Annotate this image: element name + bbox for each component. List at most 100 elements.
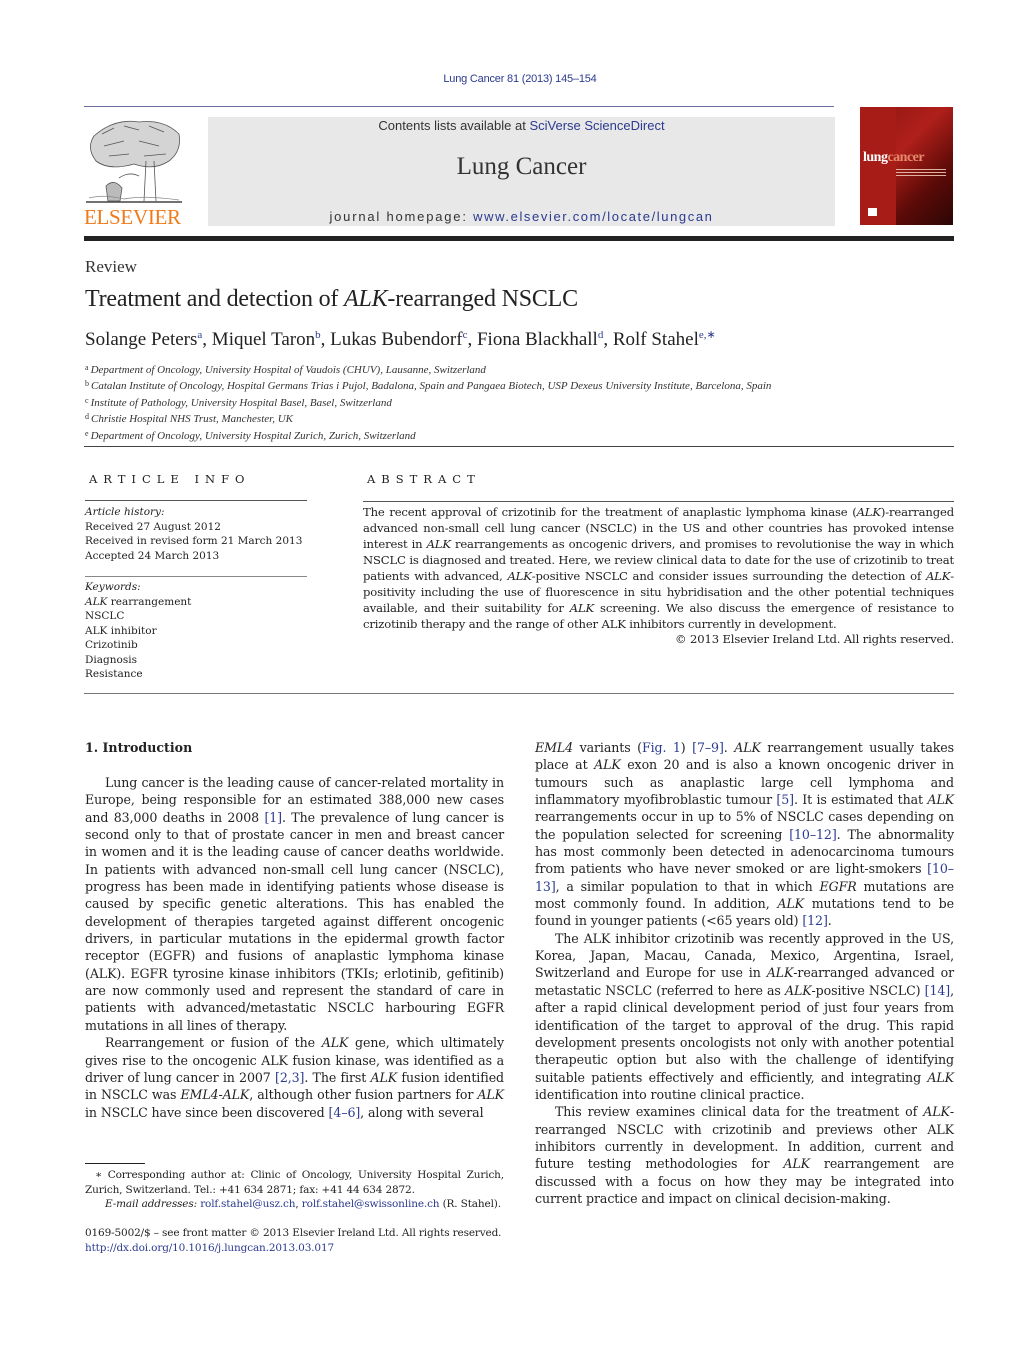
affiliation-item: d Christie Hospital NHS Trust, Manchester… [85, 410, 771, 426]
affiliation-list: a Department of Oncology, University Hosp… [85, 361, 771, 443]
keyword-rest: rearrangement [107, 595, 192, 608]
author-name: Rolf Stahel [612, 329, 699, 350]
footnote-divider [85, 1163, 145, 1164]
text-run: , a similar population to that in which [555, 878, 820, 894]
italic-term: ALK [594, 757, 621, 773]
text-run: , after a rapid clinical development per… [535, 982, 954, 1085]
abstract-heading: ABSTRACT [367, 472, 481, 486]
affiliation-text: Institute of Pathology, University Hospi… [90, 396, 392, 409]
italic-term: ALK [925, 569, 951, 583]
affiliation-key: d [85, 412, 89, 422]
body-paragraph: This review examines clinical data for t… [535, 1103, 954, 1207]
title-divider [84, 446, 954, 447]
keywords: Keywords: ALK rearrangement NSCLC ALK in… [85, 580, 191, 682]
citation-link[interactable]: [14] [925, 983, 951, 998]
citation-link[interactable]: [4–6] [329, 1105, 361, 1120]
header-thick-divider [84, 236, 954, 241]
text-run: Rearrangement or fusion of the [105, 1035, 322, 1051]
author-list: Solange Petersa, Miquel Taronb, Lukas Bu… [85, 328, 716, 351]
keywords-divider [85, 576, 307, 577]
article-history: Article history: Received 27 August 2012… [85, 505, 302, 563]
doi-link[interactable]: http://dx.doi.org/10.1016/j.lungcan.2013… [85, 1241, 501, 1256]
body-paragraph: The ALK inhibitor crizotinib was recentl… [535, 930, 954, 1103]
keyword-italic: ALK [85, 595, 108, 608]
citation-link[interactable]: [7–9] [692, 740, 724, 755]
cover-title-cancer: cancer [887, 150, 925, 165]
section-heading-introduction: 1. Introduction [85, 740, 193, 755]
italic-term: ALK [923, 1104, 950, 1120]
citation-link[interactable]: [5] [776, 792, 794, 807]
text-run: -positive NSCLC) [811, 982, 925, 998]
journal-citation-link[interactable]: Lung Cancer 81 (2013) 145–154 [0, 73, 1020, 85]
italic-term: ALK [321, 1035, 349, 1051]
header-divider [84, 106, 834, 107]
keyword-item: ALK inhibitor [85, 624, 157, 637]
email-link-swissonline[interactable]: rolf.stahel@swissonline.ch [302, 1198, 440, 1210]
body-column-left: Lung cancer is the leading cause of canc… [85, 774, 504, 1121]
front-matter-note: 0169-5002/$ – see front matter © 2013 El… [85, 1227, 502, 1239]
citation-link[interactable]: [12] [802, 913, 828, 928]
affiliation-key: c [85, 395, 89, 405]
body-paragraph: EML4 variants (Fig. 1) [7–9]. ALK rearra… [535, 739, 954, 930]
affiliation-text: Christie Hospital NHS Trust, Manchester,… [91, 413, 293, 426]
abstract-text: The recent approval of crizotinib for th… [363, 504, 954, 632]
citation-link[interactable]: Fig. 1 [642, 740, 681, 755]
author-separator: , [467, 329, 477, 350]
text-run: This review examines clinical data for t… [555, 1104, 924, 1120]
body-paragraph: Lung cancer is the leading cause of canc… [85, 774, 504, 1034]
article-info-divider [85, 500, 307, 501]
text-run: , although other fusion partners for [249, 1087, 478, 1103]
elsevier-logo: ELSEVIER [84, 116, 186, 231]
affiliation-key: b [85, 379, 89, 389]
citation-link[interactable]: [1] [264, 810, 282, 825]
cover-band [860, 107, 896, 225]
text-run: . The prevalence of lung cancer is secon… [85, 809, 505, 1033]
body-paragraph: Rearrangement or fusion of the ALK gene,… [85, 1034, 504, 1121]
cover-subtitle-lines [896, 169, 946, 170]
affiliation-item: b Catalan Institute of Oncology, Hospital… [85, 377, 771, 393]
history-accepted: Accepted 24 March 2013 [85, 549, 220, 562]
email-link-usz[interactable]: rolf.stahel@usz.ch [200, 1198, 295, 1210]
contents-line: Contents lists available at SciVerse Sci… [208, 118, 835, 133]
keyword-item: ALK rearrangement [85, 595, 191, 610]
text-run: . The first [304, 1069, 371, 1085]
affiliation-item: c Institute of Pathology, University Hosp… [85, 394, 771, 410]
journal-header-box: Contents lists available at SciVerse Sci… [208, 117, 835, 226]
affiliation-key: e [85, 428, 89, 438]
citation-link[interactable]: [2,3] [275, 1070, 304, 1085]
text-run: in NSCLC have since been discovered [85, 1104, 329, 1120]
text-run: identification into routine clinical pra… [535, 1086, 805, 1102]
text-run: variants ( [573, 740, 642, 755]
author-separator: , [202, 329, 212, 350]
text-run: . [723, 740, 735, 755]
abstract-bottom-divider [84, 693, 954, 694]
affiliation-text: Department of Oncology, University Hospi… [90, 364, 486, 376]
italic-term: ALK [856, 505, 881, 519]
citation-link[interactable]: [10–12] [789, 827, 837, 842]
keyword-item: Crizotinib [85, 639, 138, 651]
email-addresses: E-mail addresses: rolf.stahel@usz.ch, ro… [85, 1197, 504, 1212]
elsevier-tree-icon [86, 120, 182, 203]
title-part: -rearranged NSCLC [387, 286, 578, 312]
italic-term: EML4-ALK [180, 1087, 250, 1103]
sciencedirect-link[interactable]: SciVerse ScienceDirect [529, 118, 664, 133]
article-type: Review [85, 257, 137, 276]
italic-term: EML4 [535, 740, 574, 755]
body-column-right: EML4 variants (Fig. 1) [7–9]. ALK rearra… [535, 739, 954, 1207]
author-separator: , [320, 329, 331, 350]
article-title: Treatment and detection of ALK-rearrange… [85, 286, 578, 313]
italic-term: ALK [507, 569, 532, 583]
article-info-heading: ARTICLE INFO [89, 472, 251, 486]
italic-term: ALK [777, 896, 804, 912]
affiliation-marker-link[interactable]: e,∗ [699, 329, 716, 341]
italic-term: ALK [370, 1069, 398, 1085]
italic-term: ALK [477, 1087, 504, 1103]
keywords-label: Keywords: [85, 581, 141, 593]
author-name: Fiona Blackhall [476, 329, 598, 350]
affiliation-text: Department of Oncology, University Hospi… [90, 429, 416, 442]
author-name: Solange Peters [85, 329, 198, 350]
corresponding-author-note: ∗ Corresponding author at: Clinic of Onc… [85, 1169, 504, 1196]
email-label: E-mail addresses: [105, 1198, 197, 1210]
journal-cover-image: lungcancer [860, 107, 953, 225]
journal-homepage-link[interactable]: www.elsevier.com/locate/lungcan [473, 209, 713, 224]
